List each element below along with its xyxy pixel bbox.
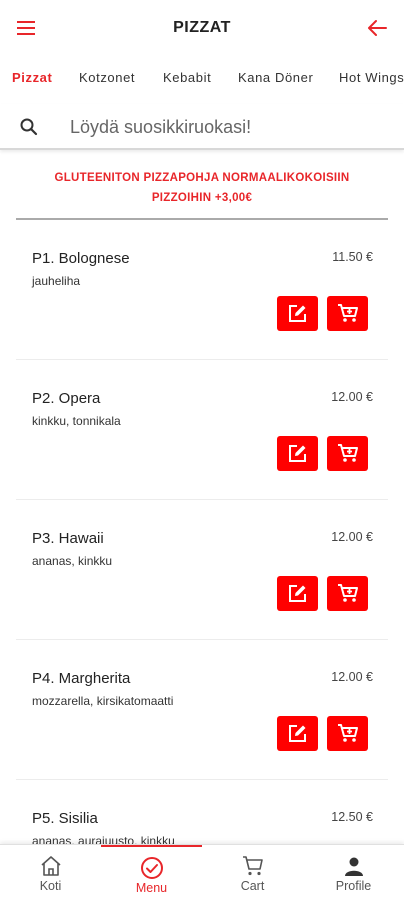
menu-item: P2. Opera kinkku, tonnikala 12.00 € — [16, 360, 388, 500]
nav-label: Cart — [240, 879, 265, 893]
edit-item-button[interactable] — [277, 576, 318, 611]
item-description: mozzarella, kirsikatomaatti — [32, 694, 174, 708]
menu-item: P1. Bolognese jauheliha 11.50 € — [16, 220, 388, 360]
menu-item: P4. Margherita mozzarella, kirsikatomaat… — [16, 640, 388, 780]
item-name: P4. Margherita — [32, 670, 131, 687]
item-description: ananas, kinkku — [32, 554, 113, 568]
nav-profile[interactable]: Profile — [303, 845, 404, 900]
tab-pizzat[interactable]: Pizzat — [12, 70, 52, 85]
home-icon — [39, 854, 63, 878]
app-header: PIZZAT — [0, 0, 404, 58]
edit-item-button[interactable] — [277, 436, 318, 471]
cart-icon — [241, 854, 265, 878]
item-price: 12.00 € — [331, 670, 373, 684]
item-description: jauheliha — [32, 274, 81, 288]
tab-hot-wings[interactable]: Hot Wings — [339, 70, 404, 85]
tab-kotzonet[interactable]: Kotzonet — [79, 70, 135, 85]
edit-icon — [289, 725, 306, 742]
add-to-cart-button[interactable] — [327, 576, 368, 611]
edit-item-button[interactable] — [277, 716, 318, 751]
item-price: 12.50 € — [331, 810, 373, 824]
tab-kana-doner[interactable]: Kana Döner — [238, 70, 313, 85]
active-nav-indicator — [101, 845, 202, 847]
cart-plus-icon — [338, 444, 358, 462]
user-icon — [342, 854, 366, 878]
edit-item-button[interactable] — [277, 296, 318, 331]
search-icon — [19, 117, 39, 137]
cart-plus-icon — [338, 724, 358, 742]
nav-label: Profile — [335, 879, 372, 893]
gluten-free-notice: GLUTEENITON PIZZAPOHJA NORMAALIKOKOISIIN… — [54, 172, 350, 204]
edit-icon — [289, 305, 306, 322]
add-to-cart-button[interactable] — [327, 296, 368, 331]
page-title: PIZZAT — [173, 19, 231, 36]
nav-label: Koti — [39, 879, 62, 893]
nav-label: Menu — [135, 881, 168, 895]
check-circle-icon — [140, 856, 164, 880]
item-price: 12.00 € — [331, 390, 373, 404]
nav-home[interactable]: Koti — [0, 845, 101, 900]
search-input[interactable] — [70, 112, 390, 142]
back-arrow-icon[interactable] — [366, 18, 388, 38]
cart-plus-icon — [338, 584, 358, 602]
add-to-cart-button[interactable] — [327, 716, 368, 751]
category-tabs: Pizzat Kotzonet Kebabit Kana Döner Hot W… — [0, 58, 404, 98]
item-name: P3. Hawaii — [32, 530, 104, 547]
item-description: kinkku, tonnikala — [32, 414, 121, 428]
edit-icon — [289, 585, 306, 602]
nav-menu[interactable]: Menu — [101, 845, 202, 900]
nav-cart[interactable]: Cart — [202, 845, 303, 900]
item-price: 12.00 € — [331, 530, 373, 544]
item-price: 11.50 € — [332, 250, 373, 264]
item-name: P5. Sisilia — [32, 810, 98, 827]
menu-item: P3. Hawaii ananas, kinkku 12.00 € — [16, 500, 388, 640]
bottom-navigation: Koti Menu Cart Profile — [0, 844, 404, 900]
search-bar — [0, 104, 404, 150]
item-name: P1. Bolognese — [32, 250, 130, 267]
cart-plus-icon — [338, 304, 358, 322]
edit-icon — [289, 445, 306, 462]
tab-kebabit[interactable]: Kebabit — [163, 70, 211, 85]
item-name: P2. Opera — [32, 390, 101, 407]
add-to-cart-button[interactable] — [327, 436, 368, 471]
